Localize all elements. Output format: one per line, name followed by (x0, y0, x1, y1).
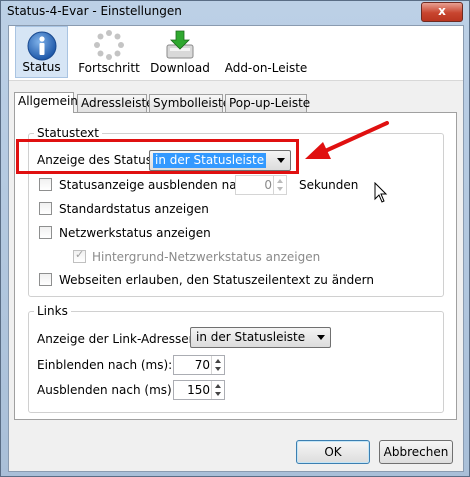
hide-status-seconds-stepper[interactable]: 0 (235, 175, 287, 195)
default-status-checkbox[interactable] (39, 202, 52, 215)
hide-status-checkbox[interactable] (39, 178, 52, 191)
stepper-buttons (211, 356, 224, 374)
chevron-up-icon[interactable] (215, 384, 221, 388)
link-address-label: Anzeige der Link-Adressen: (37, 332, 201, 346)
fadeout-value: 150 (187, 383, 210, 397)
toolbar-label-status: Status (22, 60, 61, 74)
chevron-down-icon[interactable] (215, 392, 221, 396)
annotation-arrow-icon (305, 121, 389, 159)
tab-adressleiste[interactable]: Adressleiste (77, 94, 154, 112)
background-network-checkbox[interactable] (73, 248, 86, 263)
network-status-label: Netzwerkstatus anzeigen (59, 226, 211, 240)
spinner-icon (94, 30, 124, 60)
chevron-down-icon[interactable] (215, 367, 221, 371)
allow-websites-checkbox[interactable] (39, 273, 52, 286)
seconds-label: Sekunden (299, 178, 359, 192)
close-icon: x (438, 4, 446, 18)
hide-status-label: Statusanzeige ausblenden nach (59, 178, 251, 192)
tab-symbolleiste[interactable]: Symbolleiste (149, 94, 230, 112)
link-address-select[interactable]: in der Statusleiste (190, 327, 331, 348)
default-status-label: Standardstatus anzeigen (59, 202, 209, 216)
network-status-checkbox[interactable] (39, 226, 52, 239)
settings-window: Status-4-Evar - Einstellungen x Status F… (0, 0, 470, 477)
chevron-up-icon[interactable] (215, 359, 221, 363)
fadein-value: 70 (194, 358, 210, 372)
download-icon (166, 30, 194, 59)
toolbar-label-fortschritt: Fortschritt (78, 61, 140, 75)
category-toolbar: Status Fortschritt Download Add-on-Leist… (9, 26, 463, 81)
hide-status-seconds-value: 0 (264, 178, 272, 192)
ok-button[interactable]: OK (296, 440, 370, 464)
tab-allgemein[interactable]: Allgemein (14, 92, 78, 113)
background-network-label: Hintergrund-Netzwerkstatus anzeigen (92, 250, 321, 264)
info-icon (27, 31, 56, 61)
toolbar-label-download: Download (150, 61, 210, 75)
fadein-stepper[interactable]: 70 (173, 355, 225, 375)
link-address-value: in der Statusleiste (196, 330, 306, 344)
fadeout-stepper[interactable]: 150 (173, 380, 225, 400)
toolbar-item-addon-leiste[interactable]: Add-on-Leiste (221, 26, 311, 78)
statustext-group-title: Statustext (34, 126, 102, 140)
stepper-buttons (273, 176, 286, 194)
annotation-highlight-box (16, 139, 299, 174)
addon-bar-icon (221, 26, 311, 61)
chevron-down-icon (317, 335, 325, 340)
close-button[interactable]: x (421, 2, 463, 22)
stepper-buttons (211, 381, 224, 399)
fadein-label: Einblenden nach (ms): (37, 358, 173, 372)
title-bar[interactable]: Status-4-Evar - Einstellungen x (1, 1, 469, 23)
window-title: Status-4-Evar - Einstellungen (7, 4, 182, 18)
toolbar-item-download[interactable]: Download (149, 26, 211, 78)
chevron-up-icon[interactable] (277, 179, 283, 183)
toolbar-label-addon-leiste: Add-on-Leiste (224, 61, 308, 75)
toolbar-item-status[interactable]: Status (15, 26, 68, 78)
tab-popup-leiste[interactable]: Pop-up-Leiste (225, 94, 310, 112)
mouse-cursor-icon (374, 182, 388, 203)
dialog-client: Status Fortschritt Download Add-on-Leist… (8, 25, 464, 472)
links-group-title: Links (34, 304, 71, 318)
toolbar-item-fortschritt[interactable]: Fortschritt (77, 26, 141, 78)
fadeout-label: Ausblenden nach (ms): (37, 383, 176, 397)
allow-websites-label: Webseiten erlauben, den Statuszeilentext… (59, 273, 374, 287)
cancel-button[interactable]: Abbrechen (379, 440, 453, 464)
chevron-down-icon[interactable] (277, 187, 283, 191)
